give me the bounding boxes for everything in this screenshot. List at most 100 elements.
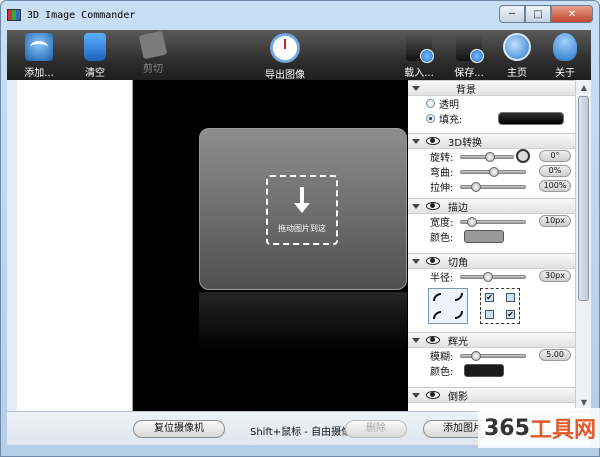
clear-icon	[84, 33, 106, 61]
slider-knob[interactable]	[483, 272, 493, 282]
glow-blur-slider[interactable]	[460, 351, 526, 361]
corner-bl-checkbox[interactable]	[485, 310, 494, 319]
home-button-label: 主页	[507, 68, 527, 79]
drop-zone[interactable]: 拖动图片到这	[266, 175, 338, 245]
load-button[interactable]: 载入...	[393, 33, 445, 79]
slider-knob[interactable]	[467, 217, 477, 227]
about-icon	[553, 33, 577, 61]
slider-knob[interactable]	[489, 167, 499, 177]
visibility-eye-icon[interactable]	[426, 137, 440, 145]
fill-color-swatch[interactable]	[498, 112, 564, 125]
corner-shape-picker[interactable]	[428, 288, 468, 324]
scroll-up-icon[interactable]: ▲	[579, 83, 589, 93]
visibility-eye-icon[interactable]	[426, 391, 440, 399]
bend-row: 弯曲: 0%	[408, 164, 575, 179]
transparent-label: 透明	[439, 100, 459, 111]
cut-icon	[138, 30, 168, 60]
fill-radio[interactable]	[426, 114, 435, 123]
maximize-button[interactable]: □	[525, 5, 551, 23]
visibility-eye-icon[interactable]	[426, 202, 440, 210]
collapse-icon[interactable]	[412, 258, 420, 264]
rotate-reset-icon[interactable]	[516, 149, 530, 163]
stretch-label: 拉伸:	[430, 183, 454, 194]
section-corner[interactable]: 切角	[408, 253, 575, 269]
collapse-icon[interactable]	[412, 392, 420, 398]
stroke-title: 描边	[448, 202, 468, 214]
corner-radius-value[interactable]: 30px	[539, 270, 571, 282]
save-button-label: 保存...	[454, 68, 484, 79]
section-stroke[interactable]: 描边	[408, 198, 575, 214]
clear-button-label: 清空	[85, 68, 105, 79]
slider-knob[interactable]	[471, 182, 481, 192]
save-icon	[456, 33, 484, 63]
collapse-icon[interactable]	[412, 337, 420, 343]
corner-tl-icon	[433, 293, 441, 301]
corner-tr-icon	[455, 293, 463, 301]
down-arrow-icon	[294, 187, 310, 213]
scroll-down-icon[interactable]: ▼	[579, 398, 589, 408]
stroke-width-value[interactable]: 10px	[539, 215, 571, 227]
background-transparent-row[interactable]: 透明	[408, 96, 575, 111]
image-list[interactable]	[7, 80, 133, 411]
watermark-prefix: 365	[484, 415, 530, 441]
stroke-color-swatch[interactable]	[464, 230, 504, 243]
corner-title: 切角	[448, 257, 468, 269]
glow-blur-label: 模糊:	[430, 352, 454, 363]
section-glow[interactable]: 辉光	[408, 332, 575, 348]
fill-label: 填充:	[439, 115, 463, 126]
section-3d-transform[interactable]: 3D转换	[408, 133, 575, 149]
window-title: 3D Image Commander	[27, 10, 136, 21]
title-bar: 3D Image Commander ─ □ ✕	[1, 1, 599, 31]
clock-export-icon	[270, 33, 300, 63]
visibility-eye-icon[interactable]	[426, 257, 440, 265]
collapse-icon[interactable]	[412, 138, 420, 144]
cut-button[interactable]: 剪切	[127, 30, 179, 75]
glow-color-swatch[interactable]	[464, 364, 504, 377]
rotate-slider[interactable]	[460, 152, 514, 162]
panel-scrollbar[interactable]: ▲ ▼	[575, 80, 591, 411]
home-button[interactable]: 主页	[491, 33, 543, 79]
corner-radius-slider[interactable]	[460, 272, 526, 282]
stretch-slider[interactable]	[460, 182, 526, 192]
site-watermark: 365 工具网	[478, 408, 600, 448]
rotate-value[interactable]: 0°	[539, 150, 571, 162]
glow-blur-row: 模糊: 5.00	[408, 348, 575, 363]
section-reflection[interactable]: 倒影	[408, 387, 575, 403]
export-image-button[interactable]: 导出图像	[259, 33, 311, 81]
stretch-value[interactable]: 100%	[539, 180, 571, 192]
save-button[interactable]: 保存...	[443, 33, 495, 79]
preview-viewport[interactable]: 拖动图片到这	[133, 80, 408, 411]
slider-knob[interactable]	[485, 152, 495, 162]
collapse-icon[interactable]	[412, 85, 420, 91]
corner-br-checkbox[interactable]: ✔	[506, 310, 515, 319]
about-button-label: 关于	[555, 68, 575, 79]
glow-blur-value[interactable]: 5.00	[539, 349, 571, 361]
corner-tr-checkbox[interactable]	[506, 293, 515, 302]
visibility-eye-icon[interactable]	[426, 336, 440, 344]
scrollbar-thumb[interactable]	[578, 96, 589, 301]
clear-button[interactable]: 清空	[69, 33, 121, 79]
image-card: 拖动图片到这	[199, 128, 407, 290]
collapse-icon[interactable]	[412, 203, 420, 209]
background-fill-row[interactable]: 填充:	[408, 111, 575, 126]
rotate-label: 旋转:	[430, 153, 454, 164]
close-button[interactable]: ✕	[551, 5, 593, 23]
transparent-radio[interactable]	[426, 99, 435, 108]
background-title: 背景	[456, 84, 476, 96]
glow-color-label: 颜色:	[430, 367, 454, 378]
reset-camera-button[interactable]: 复位摄像机	[133, 420, 225, 438]
corner-tl-checkbox[interactable]: ✔	[485, 293, 494, 302]
about-button[interactable]: 关于	[539, 33, 591, 79]
window-controls: ─ □ ✕	[499, 5, 593, 23]
drop-zone-text: 拖动图片到这	[278, 224, 326, 233]
delete-button[interactable]: 删除	[345, 420, 407, 438]
stroke-color-row: 颜色:	[408, 229, 575, 244]
slider-knob[interactable]	[471, 351, 481, 361]
bend-value[interactable]: 0%	[539, 165, 571, 177]
stroke-width-slider[interactable]	[460, 217, 526, 227]
add-button[interactable]: 添加...	[13, 33, 65, 79]
minimize-button[interactable]: ─	[499, 5, 525, 23]
section-background[interactable]: 背景	[408, 80, 575, 96]
corner-style-row: ✔ ✔	[408, 284, 575, 328]
bend-slider[interactable]	[460, 167, 526, 177]
